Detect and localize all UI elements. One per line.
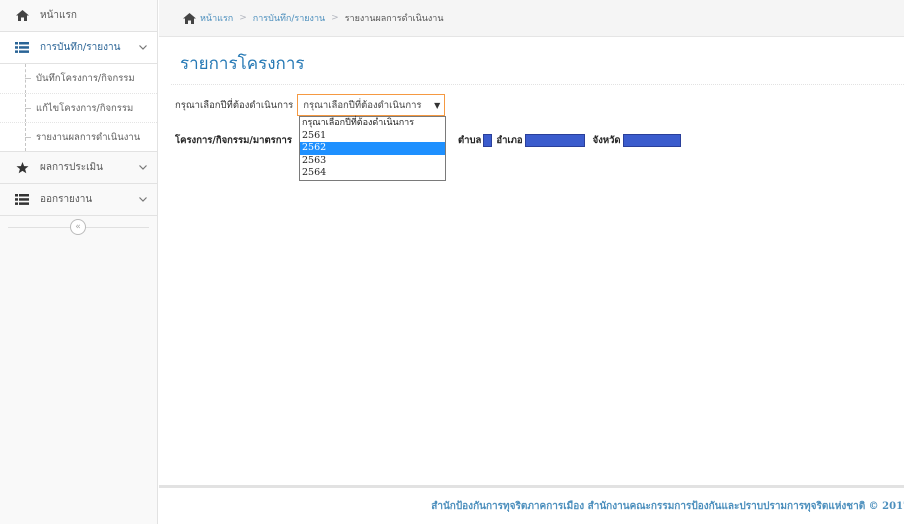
breadcrumb-current: รายงานผลการดำเนินงาน bbox=[344, 14, 444, 24]
star-icon bbox=[12, 161, 32, 174]
redacted-block bbox=[483, 134, 493, 147]
sidebar-item-label: หน้าแรก bbox=[40, 10, 77, 21]
title-divider bbox=[171, 84, 904, 85]
breadcrumb-link-records[interactable]: การบันทึก/รายงาน bbox=[253, 11, 325, 25]
breadcrumb-separator: > bbox=[331, 13, 339, 23]
year-label: กรุณาเลือกปีที่ต้องดำเนินการ bbox=[175, 99, 294, 111]
sidebar-submenu-records: บันทึกโครงการ/กิจกรรม แก้ไขโครงการ/กิจกร… bbox=[0, 64, 157, 152]
redacted-block bbox=[622, 134, 681, 147]
list-icon bbox=[12, 194, 32, 205]
year-option[interactable]: 2564 bbox=[300, 167, 445, 180]
sidebar-subitem-add-project[interactable]: บันทึกโครงการ/กิจกรรม bbox=[0, 64, 157, 93]
year-option[interactable]: 2561 bbox=[300, 130, 445, 143]
year-dropdown-list: กรุณาเลือกปีที่ต้องดำเนินการ 2561 2562 2… bbox=[299, 116, 446, 181]
collapse-sidebar-icon[interactable]: « bbox=[70, 219, 86, 235]
year-filter-row: กรุณาเลือกปีที่ต้องดำเนินการ กรุณาเลือกป… bbox=[175, 94, 446, 116]
chevron-down-icon bbox=[139, 43, 147, 53]
chevron-down-icon bbox=[139, 163, 147, 173]
footer: สำนักป้องกันการทุจริตภาคการเมือง สำนักงา… bbox=[159, 485, 904, 524]
dropdown-arrow-icon: ▼ bbox=[434, 100, 441, 110]
sidebar-item-evaluation[interactable]: ผลการประเมิน bbox=[0, 152, 157, 184]
sidebar-subitem-edit-project[interactable]: แก้ไขโครงการ/กิจกรรม bbox=[0, 93, 157, 122]
page-title: รายการโครงการ bbox=[180, 54, 305, 74]
list-icon bbox=[12, 42, 32, 53]
sidebar-collapse-bar: « bbox=[0, 216, 157, 238]
breadcrumb-separator: > bbox=[239, 13, 247, 23]
chevron-down-icon bbox=[139, 195, 147, 205]
sidebar-item-label: ผลการประเมิน bbox=[40, 162, 103, 173]
tambon-label: ตำบล bbox=[458, 135, 482, 146]
sidebar-item-reports[interactable]: ออกรายงาน bbox=[0, 184, 157, 216]
year-option[interactable]: กรุณาเลือกปีที่ต้องดำเนินการ bbox=[300, 117, 445, 130]
main-content: รายการโครงการ กรุณาเลือกปีที่ต้องดำเนินก… bbox=[159, 38, 904, 485]
sidebar-item-label: การบันทึก/รายงาน bbox=[40, 42, 121, 53]
year-option[interactable]: 2563 bbox=[300, 155, 445, 168]
sidebar-subitem-results-report[interactable]: รายงานผลการดำเนินงาน bbox=[0, 122, 157, 151]
footer-text: สำนักป้องกันการทุจริตภาคการเมือง สำนักงา… bbox=[431, 500, 904, 512]
sidebar-item-label: ออกรายงาน bbox=[40, 194, 93, 205]
breadcrumb: หน้าแรก > การบันทึก/รายงาน > รายงานผลการ… bbox=[159, 0, 904, 37]
year-option-highlighted[interactable]: 2562 bbox=[300, 142, 445, 155]
province-label: จังหวัด bbox=[592, 135, 621, 146]
year-select-value: กรุณาเลือกปีที่ต้องดำเนินการ bbox=[303, 99, 422, 111]
breadcrumb-link-home[interactable]: หน้าแรก bbox=[200, 11, 233, 25]
year-select[interactable]: กรุณาเลือกปีที่ต้องดำเนินการ ▼ bbox=[297, 94, 446, 116]
amphoe-label: อำเภอ bbox=[496, 135, 523, 146]
sidebar-item-home[interactable]: หน้าแรก bbox=[0, 0, 157, 32]
home-icon bbox=[12, 10, 32, 21]
sidebar-item-records[interactable]: การบันทึก/รายงาน bbox=[0, 32, 157, 64]
project-info-lead: โครงการ/กิจกรรม/มาตรการ bbox=[175, 135, 292, 146]
sidebar: หน้าแรก การบันทึก/รายงาน บันทึกโครงการ/ก… bbox=[0, 0, 158, 524]
home-icon bbox=[183, 12, 196, 24]
redacted-block bbox=[524, 134, 585, 147]
